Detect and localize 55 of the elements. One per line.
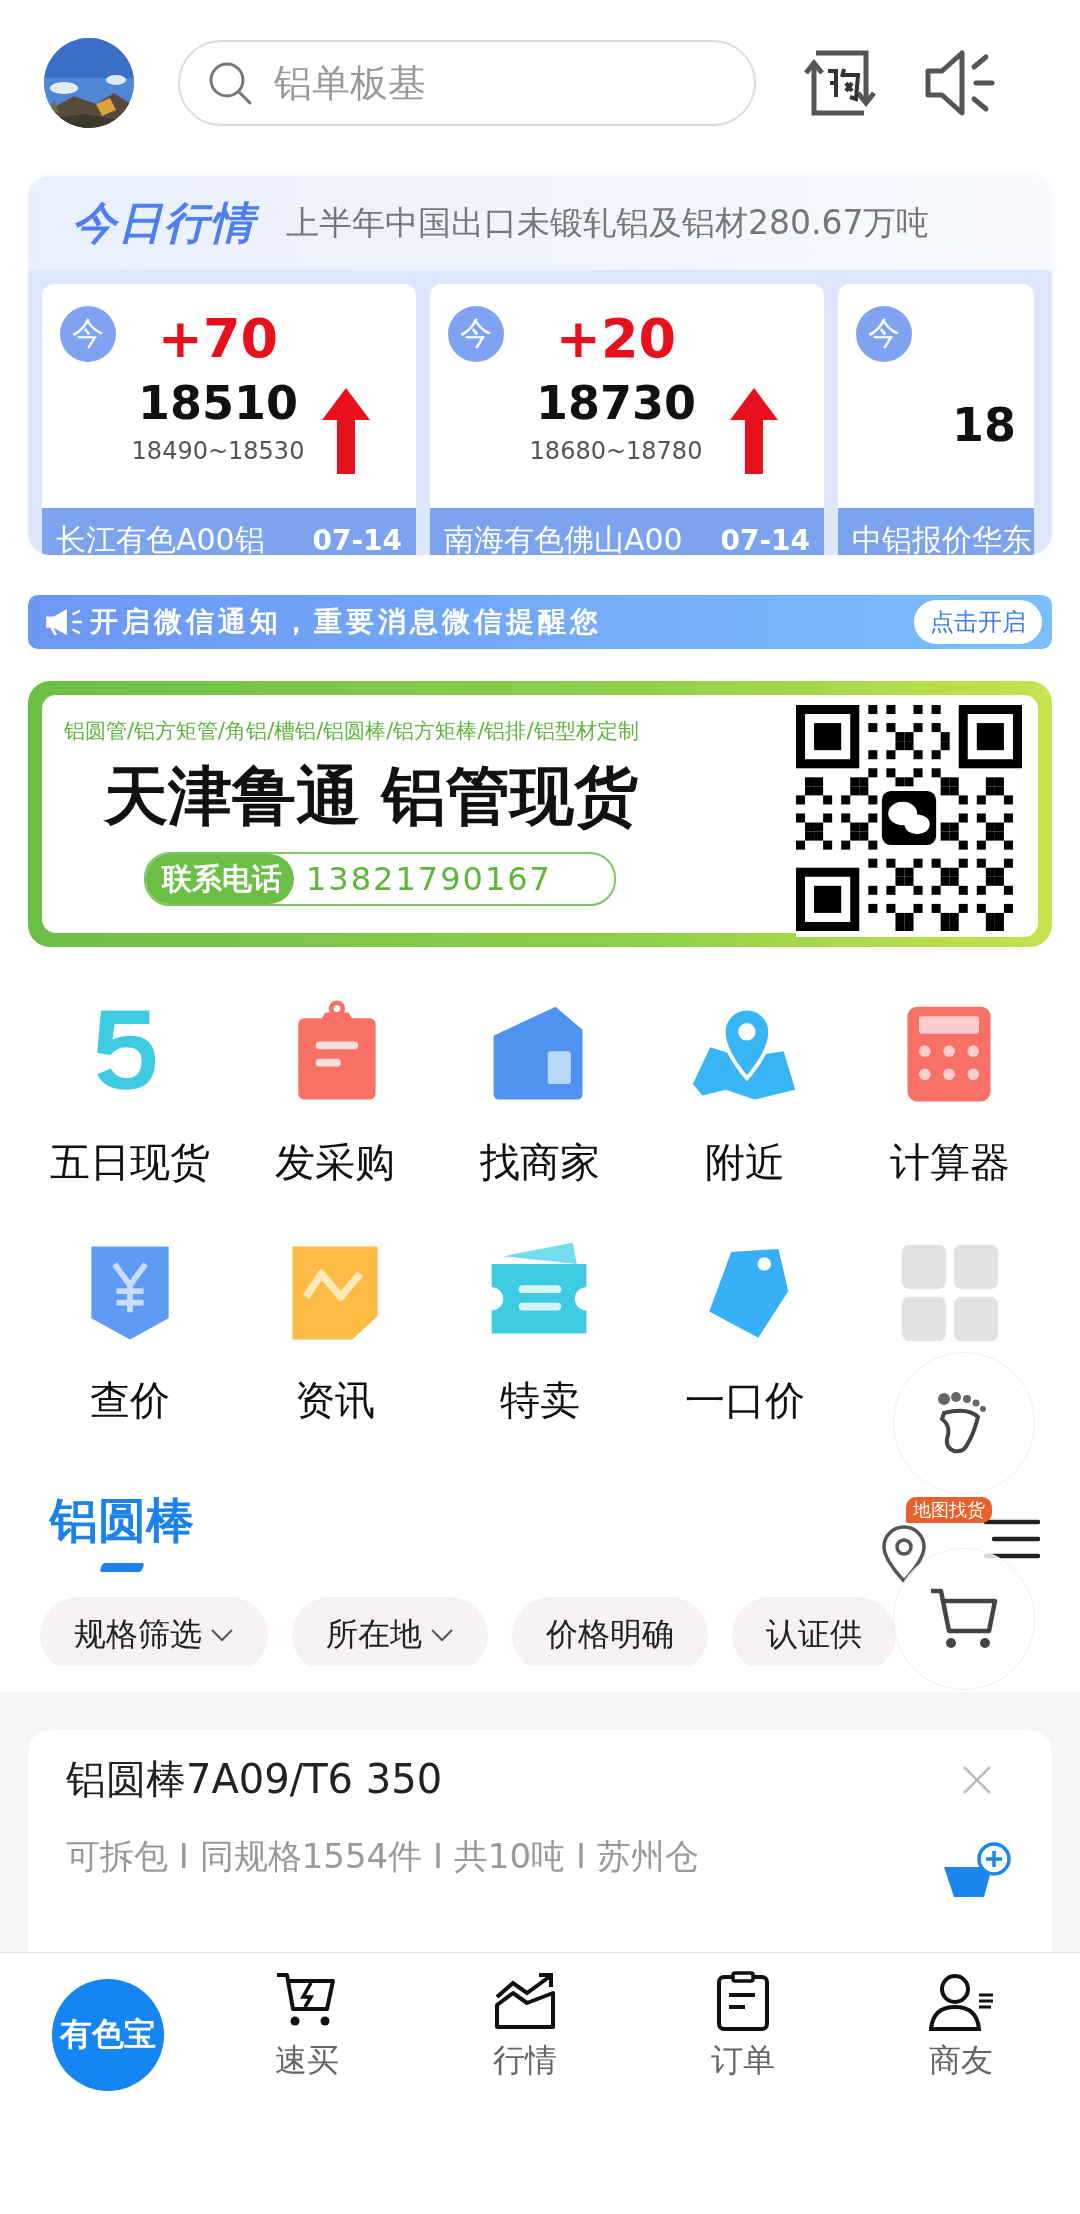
- search-field[interactable]: 铝单板基: [178, 40, 756, 126]
- shortcut-button[interactable]: 发采购: [275, 997, 396, 1191]
- quote-card[interactable]: 今 +20 18730 18680~18780 南海有色佛山A00 07-14: [430, 284, 824, 555]
- listing-card[interactable]: 铝圆棒7A09/T6 350 可拆包 I 同规格1554件 I 共10吨 I 苏州仓: [28, 1730, 1052, 1952]
- nav-tab[interactable]: 速买: [198, 1969, 416, 2083]
- market-name: 中铝报价华东: [852, 520, 1032, 555]
- cart-icon: [929, 1587, 999, 1651]
- market-name: 长江有色A00铝: [56, 520, 265, 555]
- news-headline[interactable]: 上半年中国出口未锻轧铝及铝材280.67万吨: [286, 200, 930, 246]
- shortcut-button[interactable]: 资讯: [277, 1235, 394, 1429]
- today-badge: 今: [856, 306, 912, 362]
- filter-chip[interactable]: 认证供: [732, 1597, 896, 1666]
- menu-icon[interactable]: [984, 1519, 1040, 1560]
- quote-date: 07-14: [312, 523, 402, 555]
- quote-card[interactable]: 今 +70 18510 18490~18530 长江有色A00铝 07-14: [42, 284, 416, 555]
- nav-tab[interactable]: 商友: [852, 1969, 1070, 2083]
- ad-headline: 天津鲁通 铝管现货: [104, 757, 640, 836]
- search-input[interactable]: 铝单板基: [272, 60, 696, 106]
- add-to-cart-icon[interactable]: [942, 1841, 1012, 1897]
- price-value: 18510: [137, 375, 298, 432]
- filter-chip[interactable]: 价格明确: [512, 1597, 708, 1666]
- shortcut-button[interactable]: 计算器: [889, 997, 1010, 1191]
- notice-text: 开启微信通知，重要消息微信提醒您: [90, 603, 603, 640]
- phone-label: 联系电话: [146, 854, 294, 905]
- enable-button[interactable]: 点击开启: [914, 599, 1042, 644]
- quote-card[interactable]: 今 18 中铝报价华东: [838, 284, 1034, 555]
- ad-tagline: 铝圆管/铝方矩管/角铝/槽铝/铝圆棒/铝方矩棒/铝排/铝型材定制: [64, 718, 640, 746]
- price-value: 18: [952, 397, 1016, 454]
- today-badge: 今: [448, 306, 504, 362]
- filter-chip[interactable]: 所在地: [292, 1597, 488, 1666]
- price-change: +20: [555, 306, 677, 372]
- quote-date: 07-14: [720, 523, 810, 555]
- price-range: 18680~18780: [529, 436, 703, 467]
- price-range: 18490~18530: [131, 436, 305, 467]
- listing-details: 可拆包 I 同规格1554件 I 共10吨 I 苏州仓: [66, 1835, 699, 1878]
- app-logo-button[interactable]: 有色宝: [52, 1979, 164, 2091]
- shortcut-button[interactable]: 特卖: [482, 1235, 598, 1429]
- nav-tab[interactable]: 订单: [634, 1969, 852, 2083]
- filter-chip[interactable]: 规格筛选: [40, 1597, 268, 1666]
- tab-indicator: [99, 1563, 145, 1573]
- ad-banner[interactable]: 铝圆管/铝方矩管/角铝/槽铝/铝圆棒/铝方矩棒/铝排/铝型材定制 天津鲁通 铝管现货 联系电话 13821790167: [28, 681, 1052, 948]
- price-change: +70: [157, 306, 279, 372]
- shortcut-button[interactable]: 一口价: [684, 1235, 805, 1429]
- nav-tab[interactable]: 行情: [416, 1969, 634, 2083]
- category-tab[interactable]: 铝圆棒: [50, 1489, 194, 1554]
- today-badge: 今: [60, 306, 116, 362]
- shortcut-button[interactable]: 五日现货: [50, 997, 211, 1191]
- listing-title: 铝圆棒7A09/T6 350: [66, 1755, 443, 1804]
- shortcut-button[interactable]: 找商家: [480, 997, 600, 1191]
- shortcut-button[interactable]: 查价: [72, 1235, 189, 1429]
- market-name: 南海有色佛山A00: [444, 520, 683, 555]
- map-badge: 地图找货: [906, 1497, 992, 1524]
- phone-number: 13821790167: [306, 860, 552, 899]
- price-value: 18730: [535, 375, 696, 432]
- shortcut-button[interactable]: 附近: [686, 997, 803, 1191]
